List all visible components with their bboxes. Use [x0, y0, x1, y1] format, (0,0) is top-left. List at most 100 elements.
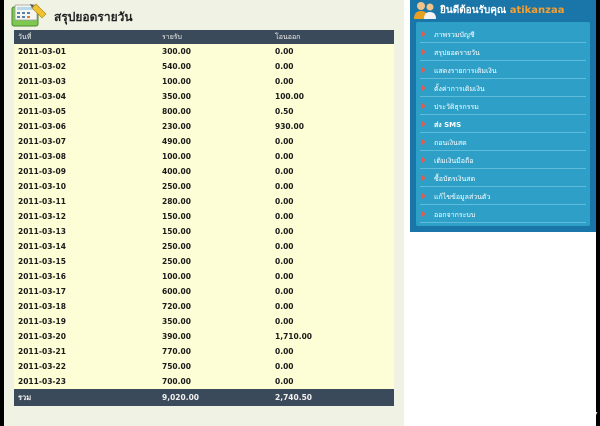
cell-transfer-out: 0.00: [275, 302, 294, 311]
arrow-right-icon: [422, 139, 426, 145]
table-row: 2011-03-02 540.00 0.00: [14, 59, 394, 74]
column-header-income: รายรับ: [162, 32, 182, 41]
username: atikanzaa: [509, 5, 565, 16]
sidebar-item-transaction-history[interactable]: ประวัติธุรกรรม: [420, 98, 586, 115]
sidebar-item-label: ถอนเงินสด: [434, 139, 467, 147]
cell-transfer-out: 0.00: [275, 77, 294, 86]
table-row: 2011-03-16 100.00 0.00: [14, 269, 394, 284]
sidebar-item-label: ออกจากระบบ: [434, 211, 476, 219]
calculator-notebook-icon: [10, 2, 50, 28]
total-transfer-out: 2,740.50: [275, 393, 313, 402]
cell-transfer-out: 0.00: [275, 152, 294, 161]
cell-transfer-out: 0.00: [275, 257, 294, 266]
sidebar-item-account-overview[interactable]: ภาพรวมบัญชี: [420, 26, 586, 43]
table-row: 2011-03-14 250.00 0.00: [14, 239, 394, 254]
table-row: 2011-03-22 750.00 0.00: [14, 359, 394, 374]
cell-transfer-out: 0.00: [275, 362, 294, 371]
table-row: 2011-03-13 150.00 0.00: [14, 224, 394, 239]
cell-income: 750.00: [162, 362, 191, 371]
cell-transfer-out: 0.50: [275, 107, 294, 116]
cell-transfer-out: 930.00: [275, 122, 304, 131]
table-row: 2011-03-15 250.00 0.00: [14, 254, 394, 269]
cell-income: 250.00: [162, 257, 191, 266]
table-row: 2011-03-10 250.00 0.00: [14, 179, 394, 194]
cell-transfer-out: 0.00: [275, 62, 294, 71]
cell-transfer-out: 0.00: [275, 47, 294, 56]
table-total-row: รวม 9,020.00 2,740.50: [14, 389, 394, 406]
arrow-right-icon: [422, 49, 426, 55]
cell-transfer-out: 0.00: [275, 377, 294, 386]
cell-transfer-out: 100.00: [275, 92, 304, 101]
sidebar-item-label: ส่ง SMS: [434, 121, 462, 129]
table-row: 2011-03-01 300.00 0.00: [14, 44, 394, 59]
cell-transfer-out: 0.00: [275, 212, 294, 221]
daily-summary-table: วันที่ รายรับ โอนออก 2011-03-01 300.00 0.0…: [14, 30, 394, 406]
cell-date: 2011-03-07: [18, 137, 66, 146]
total-label: รวม: [18, 392, 32, 402]
cell-income: 490.00: [162, 137, 191, 146]
sidebar-item-label: แก้ไขข้อมูลส่วนตัว: [434, 193, 491, 201]
sidebar-item-daily-summary[interactable]: สรุปยอดรายวัน: [420, 44, 586, 61]
total-income: 9,020.00: [162, 393, 200, 402]
sidebar-item-label: เติมเงินมือถือ: [434, 157, 474, 165]
sidebar-item-label: แสดงรายการเติมเงิน: [434, 67, 497, 75]
cell-transfer-out: 0.00: [275, 317, 294, 326]
cell-date: 2011-03-20: [18, 332, 66, 341]
sidebar-item-send-sms[interactable]: ส่ง SMS: [420, 116, 586, 133]
cell-date: 2011-03-04: [18, 92, 66, 101]
cell-income: 280.00: [162, 197, 191, 206]
table-row: 2011-03-07 490.00 0.00: [14, 134, 394, 149]
cell-income: 300.00: [162, 47, 191, 56]
sidebar-item-label: ตั้งค่าการเติมเงิน: [434, 85, 485, 93]
sidebar-item-edit-profile[interactable]: แก้ไขข้อมูลส่วนตัว: [420, 188, 586, 205]
sidebar-menu: ภาพรวมบัญชี สรุปยอดรายวัน แสดงรายการเติม…: [416, 22, 590, 226]
arrow-right-icon: [422, 85, 426, 91]
arrow-right-icon: [422, 121, 426, 127]
page-header: สรุปยอดรายวัน: [8, 2, 400, 28]
table-row: 2011-03-06 230.00 930.00: [14, 119, 394, 134]
page-title: สรุปยอดรายวัน: [54, 10, 133, 24]
table-row: 2011-03-08 100.00 0.00: [14, 149, 394, 164]
cell-date: 2011-03-15: [18, 257, 66, 266]
cell-income: 250.00: [162, 182, 191, 191]
cell-date: 2011-03-05: [18, 107, 66, 116]
cell-transfer-out: 0.00: [275, 272, 294, 281]
cell-income: 720.00: [162, 302, 191, 311]
table-row: 2011-03-04 350.00 100.00: [14, 89, 394, 104]
cell-date: 2011-03-08: [18, 152, 66, 161]
sidebar-item-label: ซื้อบัตรเงินสด: [434, 175, 476, 183]
sidebar-item-buy-cash-card[interactable]: ซื้อบัตรเงินสด: [420, 170, 586, 187]
cell-income: 150.00: [162, 227, 191, 236]
sidebar-item-withdraw-cash[interactable]: ถอนเงินสด: [420, 134, 586, 151]
cell-transfer-out: 0.00: [275, 242, 294, 251]
daily-summary-panel: สรุปยอดรายวัน วันที่ รายรับ โอนออก 2011-…: [4, 0, 404, 426]
cell-income: 100.00: [162, 272, 191, 281]
cell-transfer-out: 0.00: [275, 197, 294, 206]
cell-transfer-out: 0.00: [275, 347, 294, 356]
cell-income: 770.00: [162, 347, 191, 356]
cell-date: 2011-03-09: [18, 167, 66, 176]
cell-transfer-out: 0.00: [275, 287, 294, 296]
arrow-right-icon: [422, 157, 426, 163]
welcome-label: ยินดีต้อนรับคุณ: [440, 5, 507, 16]
sidebar-item-logout[interactable]: ออกจากระบบ: [420, 206, 586, 223]
table-row: 2011-03-18 720.00 0.00: [14, 299, 394, 314]
sidebar-item-topup-list[interactable]: แสดงรายการเติมเงิน: [420, 62, 586, 79]
cell-date: 2011-03-23: [18, 377, 66, 386]
sidebar-item-label: ประวัติธุรกรรม: [434, 103, 479, 111]
sidebar-item-topup-settings[interactable]: ตั้งค่าการเติมเงิน: [420, 80, 586, 97]
cell-income: 540.00: [162, 62, 191, 71]
cell-transfer-out: 0.00: [275, 137, 294, 146]
cell-date: 2011-03-01: [18, 47, 66, 56]
table-row: 2011-03-09 400.00 0.00: [14, 164, 394, 179]
arrow-right-icon: [422, 103, 426, 109]
table-row: 2011-03-20 390.00 1,710.00: [14, 329, 394, 344]
cell-date: 2011-03-14: [18, 242, 66, 251]
sidebar-item-mobile-topup[interactable]: เติมเงินมือถือ: [420, 152, 586, 169]
cell-income: 150.00: [162, 212, 191, 221]
cell-date: 2011-03-19: [18, 317, 66, 326]
cell-date: 2011-03-03: [18, 77, 66, 86]
cell-income: 800.00: [162, 107, 191, 116]
cell-income: 700.00: [162, 377, 191, 386]
cell-income: 400.00: [162, 167, 191, 176]
